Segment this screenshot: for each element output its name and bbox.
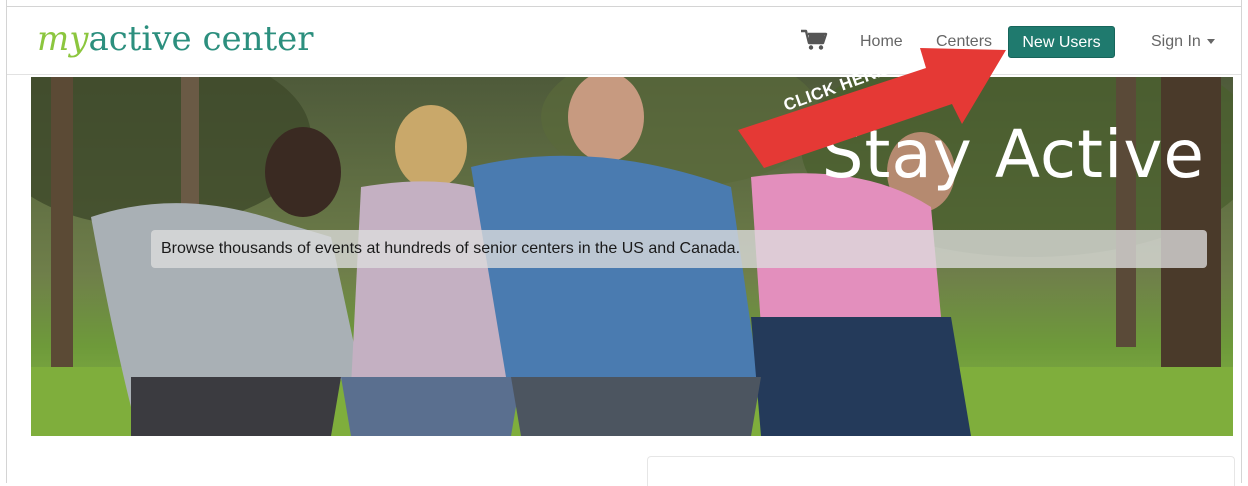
brand-logo[interactable]: myactive center	[37, 17, 314, 61]
sign-in-label: Sign In	[1151, 33, 1201, 50]
arrow-annotation	[738, 48, 1006, 168]
top-navbar: myactive center Home Centers New Users S…	[7, 7, 1241, 75]
sign-in-dropdown[interactable]: Sign In	[1151, 32, 1215, 52]
caret-down-icon	[1206, 39, 1215, 45]
hero-caption: Browse thousands of events at hundreds o…	[151, 230, 1207, 268]
window-border-right	[1241, 0, 1242, 483]
content-card	[647, 456, 1235, 486]
brand-suffix: active center	[88, 19, 314, 59]
new-users-button[interactable]: New Users	[1008, 26, 1115, 58]
brand-prefix: my	[37, 19, 89, 59]
hero-banner: Stay Active Browse thousands of events a…	[31, 77, 1233, 436]
